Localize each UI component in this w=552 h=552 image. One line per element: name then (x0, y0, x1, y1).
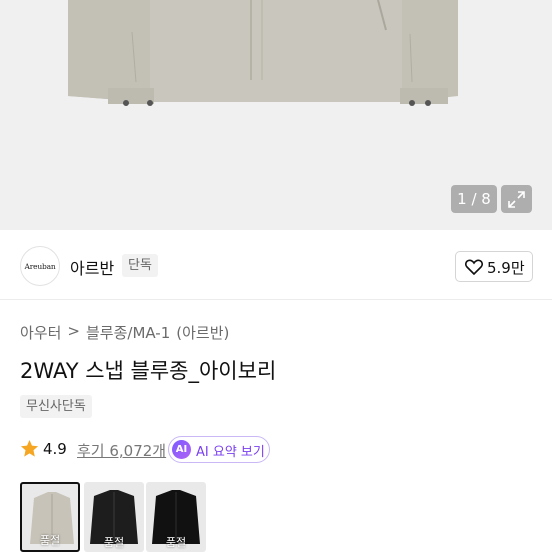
sold-out-label: 품절 (103, 536, 125, 549)
brand-logo[interactable]: Areuban (20, 246, 60, 286)
color-option-ivory[interactable]: 품절 (20, 482, 80, 552)
ai-icon: AI (172, 440, 191, 459)
review-count-link[interactable]: 후기 6,072개 (77, 440, 166, 461)
breadcrumb: 아우터 > 블루종/MA-1 (아르반) (20, 322, 229, 343)
rating-score: 4.9 (43, 440, 67, 458)
star-icon (20, 439, 39, 457)
breadcrumb-item-brand[interactable]: (아르반) (176, 322, 229, 343)
brand-exclusive-tag: 단독 (122, 254, 158, 277)
breadcrumb-item-outer[interactable]: 아우터 (20, 322, 61, 343)
image-counter: 1 / 8 (451, 185, 497, 213)
expand-icon (508, 191, 525, 208)
like-count: 5.9만 (487, 259, 525, 277)
product-image-gallery[interactable]: 1 / 8 (0, 0, 552, 230)
ai-summary-button[interactable]: AI AI 요약 보기 (168, 436, 270, 463)
rating-row: 4.9 후기 6,072개 AI AI 요약 보기 (20, 436, 540, 463)
color-options: 품절 품절 품절 (20, 482, 220, 552)
sold-out-label: 품절 (165, 536, 187, 549)
breadcrumb-separator: > (67, 322, 80, 340)
expand-button[interactable] (501, 185, 532, 213)
brand-row: Areuban 아르반 단독 5.9만 (0, 230, 552, 300)
musinsa-exclusive-badge: 무신사단독 (20, 395, 92, 418)
color-option-black[interactable]: 품절 (84, 482, 144, 552)
like-button[interactable]: 5.9만 (455, 251, 533, 282)
sold-out-label: 품절 (39, 534, 61, 547)
brand-name[interactable]: 아르반 (70, 255, 114, 279)
ai-summary-label: AI 요약 보기 (196, 445, 265, 460)
color-option-black-2[interactable]: 품절 (146, 482, 206, 552)
product-title: 2WAY 스냅 블루종_아이보리 (20, 359, 277, 383)
heart-icon (465, 259, 483, 275)
breadcrumb-item-blouson[interactable]: 블루종/MA-1 (86, 322, 170, 343)
